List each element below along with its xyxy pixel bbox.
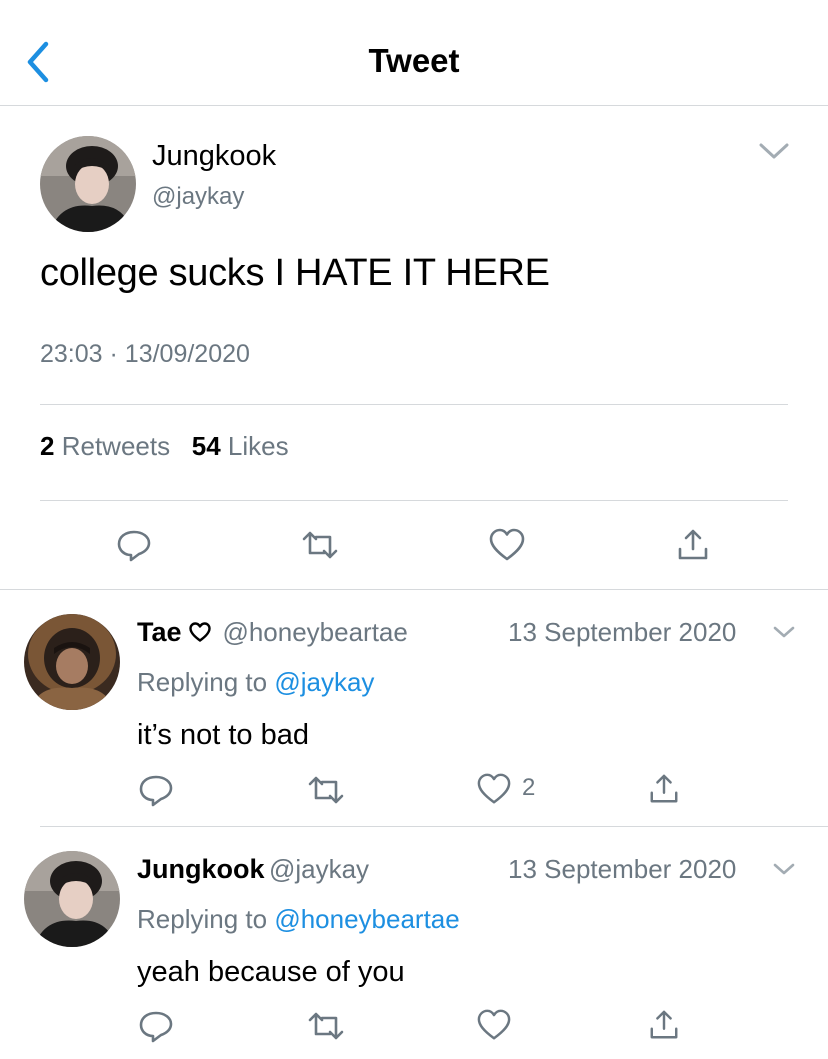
tweet-timestamp: 23:03 · 13/09/2020 [40, 340, 250, 369]
more-options-button[interactable] [758, 140, 790, 162]
retweet-button[interactable] [306, 1010, 346, 1042]
reply-author-name[interactable]: Jungkook [137, 854, 265, 884]
share-button[interactable] [648, 1008, 680, 1042]
divider [40, 500, 788, 501]
retweet-icon [308, 776, 344, 804]
reply-author-name[interactable]: Tae [137, 617, 182, 647]
reply-author-handle[interactable]: @honeybeartae [222, 617, 407, 647]
reply-date: 13 September 2020 [508, 617, 737, 647]
reply-icon [139, 1011, 173, 1043]
retweet-icon [308, 1012, 344, 1040]
chevron-down-icon [773, 626, 795, 638]
divider [40, 404, 788, 405]
divider [0, 589, 828, 590]
author-name[interactable]: Jungkook [152, 140, 276, 173]
reply-header: Tae @honeybeartae [137, 616, 408, 653]
likes-label: Likes [227, 431, 289, 461]
replying-to-handle[interactable]: @jaykay [274, 667, 374, 697]
replying-to: Replying to @honeybeartae [137, 903, 460, 935]
more-options-button[interactable] [772, 861, 796, 877]
share-icon [678, 529, 708, 560]
author-handle[interactable]: @jaykay [152, 183, 244, 211]
reply-icon [139, 775, 173, 807]
tweet-time: 23:03 [40, 340, 103, 368]
page-title: Tweet [368, 42, 460, 79]
avatar[interactable] [40, 136, 136, 232]
share-icon [650, 774, 678, 803]
chevron-down-icon [759, 143, 789, 159]
retweet-button[interactable] [300, 529, 340, 561]
retweets-count: 2 [40, 431, 55, 461]
tweet-date: 13/09/2020 [124, 340, 250, 368]
like-button[interactable] [476, 772, 512, 806]
replying-to-label: Replying to [137, 904, 268, 934]
share-button[interactable] [648, 772, 680, 806]
reply-date: 13 September 2020 [508, 854, 737, 884]
replying-to-handle[interactable]: @honeybeartae [274, 904, 459, 934]
retweet-icon [302, 531, 338, 559]
avatar[interactable] [24, 851, 120, 947]
share-icon [650, 1010, 678, 1039]
heart-icon [489, 528, 525, 561]
reply-header: Jungkook @jaykay [137, 853, 369, 890]
share-button[interactable] [676, 527, 710, 563]
likes-count: 54 [191, 431, 221, 461]
reply-button[interactable] [138, 1008, 174, 1044]
retweet-button[interactable] [306, 774, 346, 806]
avatar[interactable] [24, 614, 120, 710]
timestamp-separator: · [109, 340, 118, 368]
reply-icon [117, 530, 151, 562]
reply-author-handle[interactable]: @jaykay [269, 854, 369, 884]
reply-button[interactable] [138, 772, 174, 808]
like-button[interactable] [488, 527, 526, 563]
likes-stat[interactable]: 54 Likes [192, 431, 289, 461]
retweets-label: Retweets [61, 431, 171, 461]
heart-icon [477, 773, 511, 804]
replying-to-label: Replying to [137, 667, 268, 697]
tweet-text: college sucks I HATE IT HERE [40, 252, 550, 294]
like-button[interactable] [476, 1008, 512, 1042]
like-count: 2 [522, 774, 536, 801]
reply-button[interactable] [116, 527, 152, 563]
chevron-down-icon [773, 863, 795, 875]
header-divider [0, 105, 828, 106]
tweet-stats: 2 Retweets 54 Likes [40, 431, 289, 462]
more-options-button[interactable] [772, 624, 796, 640]
heart-outline-icon [189, 622, 211, 642]
divider [40, 826, 828, 827]
reply-text: it’s not to bad [137, 719, 309, 751]
heart-icon [477, 1009, 511, 1040]
replying-to: Replying to @jaykay [137, 666, 374, 698]
retweets-stat[interactable]: 2 Retweets [40, 431, 170, 461]
reply-text: yeah because of you [137, 956, 405, 988]
